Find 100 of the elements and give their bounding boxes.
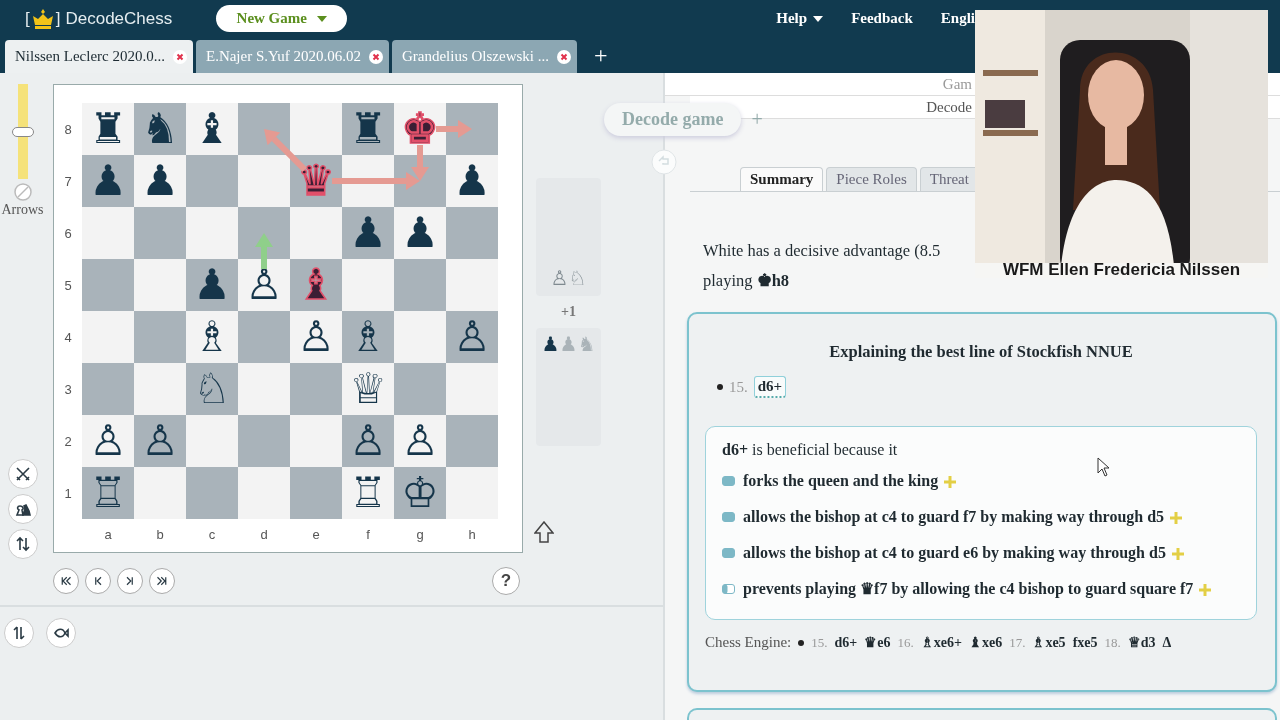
flip-board-button[interactable] bbox=[7, 529, 38, 559]
board-square[interactable] bbox=[186, 103, 238, 155]
chess-piece[interactable]: ♘ bbox=[193, 363, 231, 415]
chess-piece[interactable]: ♔ bbox=[401, 467, 439, 519]
chess-piece[interactable]: ♞ bbox=[141, 103, 179, 155]
file-label: e bbox=[311, 525, 321, 544]
board-square[interactable] bbox=[394, 103, 446, 155]
chess-piece[interactable]: ♙ bbox=[297, 311, 335, 363]
chess-piece[interactable]: ♜ bbox=[89, 103, 127, 155]
logo-text: DecodeChess bbox=[65, 8, 173, 29]
chess-piece[interactable]: ♜ bbox=[349, 103, 387, 155]
engine-button[interactable] bbox=[46, 618, 76, 648]
chess-piece[interactable]: ♝ bbox=[193, 103, 231, 155]
close-icon[interactable] bbox=[557, 49, 571, 64]
chess-piece[interactable]: ♙ bbox=[349, 415, 387, 467]
crossed-swords-icon[interactable] bbox=[14, 466, 31, 482]
game-tab[interactable]: Nilssen Leclerc 2020.0... bbox=[5, 40, 193, 73]
chess-piece[interactable]: ♟ bbox=[453, 155, 491, 207]
board-square[interactable] bbox=[342, 103, 394, 155]
file-label: b bbox=[155, 525, 165, 544]
board-square[interactable] bbox=[82, 467, 134, 519]
analysis-tab[interactable]: Summary bbox=[740, 167, 824, 191]
chess-piece[interactable]: ♟ bbox=[401, 207, 439, 259]
pieces-toggle-button[interactable] bbox=[7, 494, 38, 524]
file-label: h bbox=[467, 525, 477, 544]
chess-piece[interactable]: ♙ bbox=[453, 311, 491, 363]
chess-piece[interactable]: ♟ bbox=[141, 155, 179, 207]
chess-piece[interactable]: ♝ bbox=[297, 259, 335, 311]
board-square[interactable] bbox=[290, 311, 342, 363]
rank-label: 5 bbox=[63, 276, 73, 295]
board-square[interactable] bbox=[342, 415, 394, 467]
chess-piece[interactable]: ♗ bbox=[349, 311, 387, 363]
fish-icon[interactable] bbox=[53, 625, 69, 641]
engine-move[interactable]: ♝xe6 bbox=[968, 634, 1003, 651]
first-move-button[interactable] bbox=[53, 568, 79, 594]
file-label: a bbox=[103, 525, 113, 544]
board-square[interactable] bbox=[82, 155, 134, 207]
add-tab-button[interactable]: + bbox=[594, 43, 608, 67]
chess-piece[interactable]: ♖ bbox=[89, 467, 127, 519]
chess-piece[interactable]: ♙ bbox=[401, 415, 439, 467]
logo-bracket: [ bbox=[25, 8, 30, 29]
board-square[interactable] bbox=[342, 363, 394, 415]
board-square[interactable] bbox=[186, 311, 238, 363]
board-square[interactable] bbox=[394, 467, 446, 519]
help-button[interactable]: ? bbox=[492, 567, 520, 595]
file-label: f bbox=[365, 525, 371, 544]
chess-piece[interactable]: ♟ bbox=[349, 207, 387, 259]
menu-link[interactable]: Engli bbox=[940, 10, 975, 27]
close-icon[interactable] bbox=[368, 49, 383, 64]
swap-arrows-icon[interactable] bbox=[14, 536, 31, 552]
engine-move[interactable]: ♗xe6+ bbox=[920, 634, 962, 651]
next-move-button[interactable] bbox=[117, 568, 143, 594]
logo-bracket: ] bbox=[55, 8, 61, 29]
board-square[interactable] bbox=[134, 103, 186, 155]
chess-piece[interactable]: ♗ bbox=[193, 311, 231, 363]
board-square[interactable] bbox=[82, 103, 134, 155]
board-square[interactable] bbox=[134, 415, 186, 467]
engine-move[interactable]: ♛e6 bbox=[864, 634, 891, 651]
menu-link[interactable]: Help bbox=[776, 10, 824, 27]
last-move-button[interactable] bbox=[149, 568, 175, 594]
engine-move[interactable]: ♗xe5 bbox=[1032, 634, 1066, 651]
chess-piece[interactable]: ♖ bbox=[349, 467, 387, 519]
pointer-icon[interactable] bbox=[533, 521, 554, 543]
captured-pieces: ♙♘ bbox=[550, 266, 587, 290]
reason-text: allows the bishop at c4 to guard f7 by making way through d5 bbox=[743, 502, 1183, 531]
board-square[interactable] bbox=[342, 311, 394, 363]
board-square[interactable] bbox=[238, 259, 290, 311]
board-square[interactable] bbox=[342, 207, 394, 259]
board-square[interactable] bbox=[290, 259, 342, 311]
sort-arrows-icon[interactable] bbox=[11, 625, 27, 641]
chess-pieces-icon[interactable] bbox=[14, 501, 31, 517]
sort-button[interactable] bbox=[4, 618, 34, 648]
close-icon[interactable] bbox=[172, 49, 187, 64]
captured-piece: ♟ bbox=[541, 332, 560, 356]
engine-move[interactable]: ♕d3 bbox=[1127, 634, 1156, 651]
move-link[interactable]: d6+ bbox=[753, 376, 787, 398]
engine-move[interactable]: Δ bbox=[1162, 634, 1172, 651]
board-square[interactable] bbox=[394, 207, 446, 259]
board-square[interactable] bbox=[394, 415, 446, 467]
chess-piece[interactable]: ♕ bbox=[349, 363, 387, 415]
board-square[interactable] bbox=[82, 415, 134, 467]
board-square[interactable] bbox=[446, 311, 498, 363]
board-square[interactable] bbox=[446, 155, 498, 207]
chess-piece[interactable]: ♙ bbox=[245, 259, 283, 311]
previous-move-button[interactable] bbox=[85, 568, 111, 594]
attack-toggle-button[interactable] bbox=[7, 459, 38, 489]
menu-link[interactable]: Feedback bbox=[851, 10, 913, 27]
engine-move[interactable]: fxe5 bbox=[1072, 634, 1098, 651]
board-square[interactable] bbox=[134, 155, 186, 207]
chess-piece[interactable]: ♟ bbox=[89, 155, 127, 207]
board-square[interactable] bbox=[290, 155, 342, 207]
engine-move[interactable]: d6+ bbox=[834, 634, 858, 651]
chess-piece[interactable]: ♙ bbox=[89, 415, 127, 467]
chess-piece[interactable]: ♙ bbox=[141, 415, 179, 467]
board-square[interactable] bbox=[186, 259, 238, 311]
analysis-tab[interactable]: Piece Roles bbox=[826, 167, 917, 191]
board-square[interactable] bbox=[342, 467, 394, 519]
chess-piece[interactable]: ♚ bbox=[401, 103, 439, 155]
new-game-button[interactable]: New Game bbox=[216, 5, 348, 32]
chess-piece[interactable]: ♟ bbox=[193, 259, 231, 311]
